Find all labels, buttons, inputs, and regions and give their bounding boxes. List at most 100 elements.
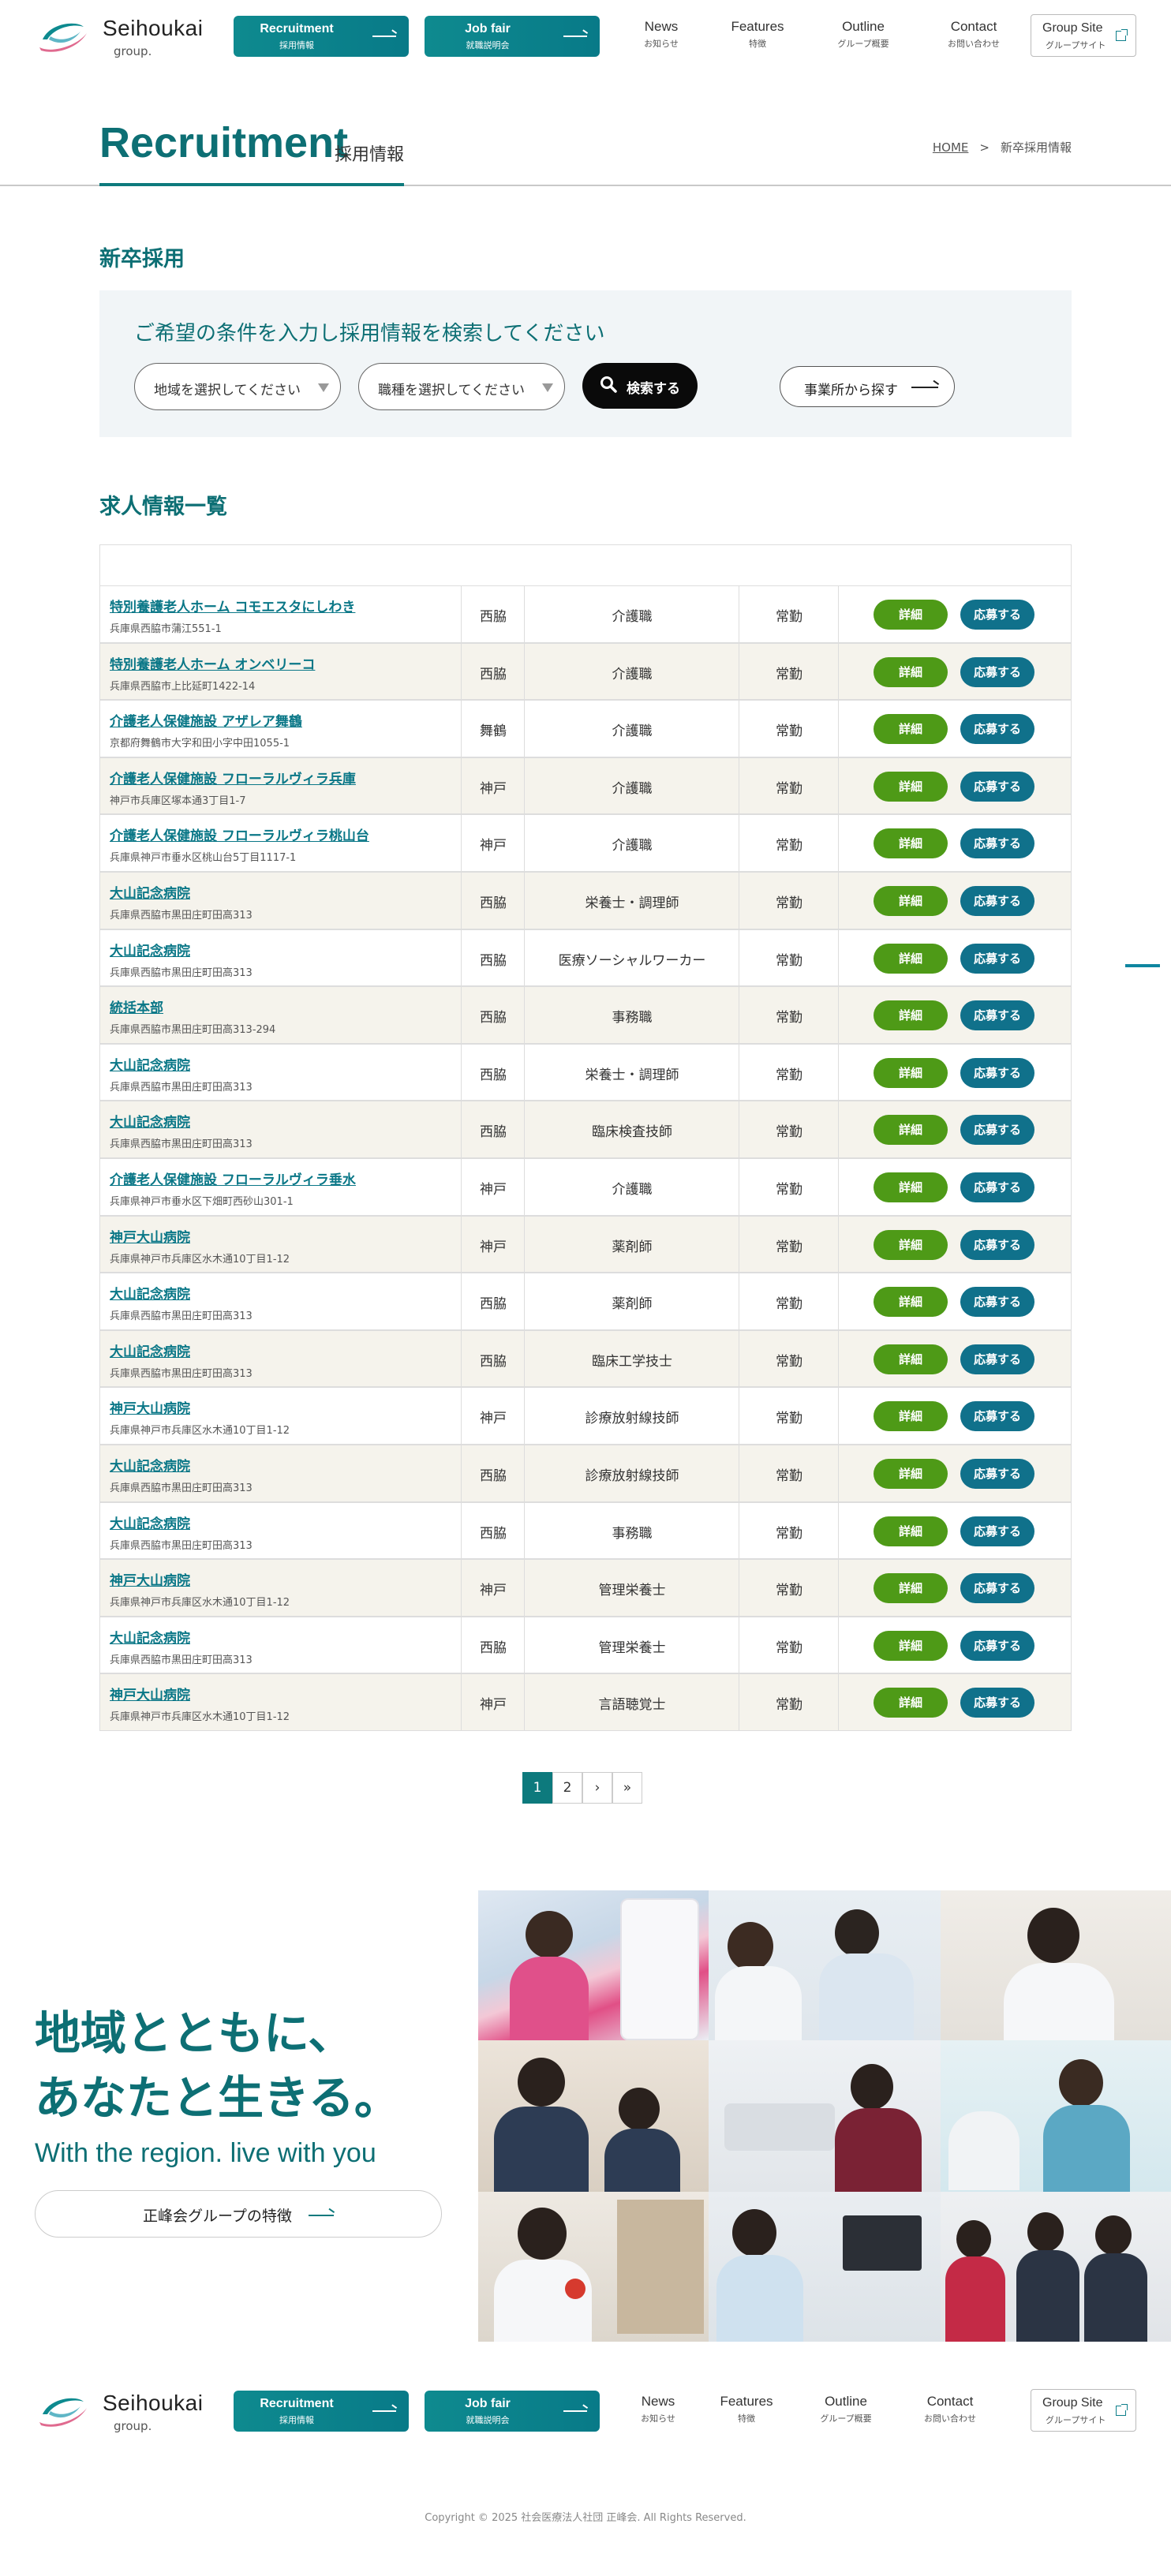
- detail-button[interactable]: 詳細: [874, 943, 948, 974]
- facility-link[interactable]: 神戸大山病院: [110, 1401, 190, 1417]
- search-button[interactable]: 検索する: [582, 363, 698, 409]
- footer-nav-contact[interactable]: Contact お問い合わせ: [903, 2394, 997, 2425]
- detail-button[interactable]: 詳細: [874, 1229, 948, 1260]
- nav-contact[interactable]: Contact お問い合わせ: [926, 19, 1021, 50]
- detail-button[interactable]: 詳細: [874, 1057, 948, 1088]
- facility-link[interactable]: 大山記念病院: [110, 944, 190, 959]
- search-by-office-button[interactable]: 事業所から探す: [780, 366, 955, 407]
- footer-nav-outline[interactable]: Outline グループ概要: [799, 2394, 893, 2425]
- facility-link[interactable]: 大山記念病院: [110, 1459, 190, 1475]
- apply-button[interactable]: 応募する: [960, 1115, 1034, 1146]
- apply-button[interactable]: 応募する: [960, 1229, 1034, 1260]
- footer-recruitment-button[interactable]: Recruitment 採用情報: [234, 2391, 409, 2432]
- nav-news[interactable]: News お知らせ: [614, 19, 709, 50]
- apply-button[interactable]: 応募する: [960, 656, 1034, 687]
- detail-button[interactable]: 詳細: [874, 1630, 948, 1661]
- facility-link[interactable]: 大山記念病院: [110, 1516, 190, 1532]
- column-divider: [838, 1674, 839, 1730]
- recruitment-sub: 採用情報: [279, 2415, 314, 2425]
- last-page-icon[interactable]: »: [612, 1772, 642, 1804]
- apply-button[interactable]: 応募する: [960, 1344, 1034, 1374]
- facility-address: 兵庫県神戸市兵庫区水木通10丁目1-12: [110, 1711, 290, 1724]
- facility-link[interactable]: 大山記念病院: [110, 1115, 190, 1131]
- apply-button[interactable]: 応募する: [960, 828, 1034, 859]
- apply-button[interactable]: 応募する: [960, 943, 1034, 974]
- detail-button[interactable]: 詳細: [874, 885, 948, 916]
- detail-button[interactable]: 詳細: [874, 1688, 948, 1718]
- apply-button[interactable]: 応募する: [960, 1172, 1034, 1202]
- page-1-button[interactable]: 1: [522, 1772, 552, 1804]
- side-scroll-indicator[interactable]: [1125, 964, 1160, 967]
- apply-button[interactable]: 応募する: [960, 1000, 1034, 1031]
- detail-button[interactable]: 詳細: [874, 1516, 948, 1546]
- group-site-button[interactable]: Group Site グループサイト: [1031, 14, 1136, 57]
- next-page-icon[interactable]: ›: [582, 1772, 612, 1804]
- facility-link[interactable]: 統括本部: [110, 1000, 163, 1016]
- recruitment-button[interactable]: Recruitment 採用情報: [234, 16, 409, 57]
- apply-button[interactable]: 応募する: [960, 1057, 1034, 1088]
- column-divider: [838, 1158, 839, 1215]
- facility-link[interactable]: 特別養護老人ホーム コモエスタにしわき: [110, 600, 355, 615]
- facility-link[interactable]: 大山記念病院: [110, 1631, 190, 1647]
- detail-button[interactable]: 詳細: [874, 1172, 948, 1202]
- facility-link[interactable]: 神戸大山病院: [110, 1688, 190, 1703]
- job-fair-button[interactable]: Job fair 就職説明会: [425, 16, 600, 57]
- apply-button[interactable]: 応募する: [960, 1630, 1034, 1661]
- detail-button[interactable]: 詳細: [874, 1458, 948, 1489]
- footer-nav-news[interactable]: News お知らせ: [611, 2394, 705, 2425]
- facility-link[interactable]: 大山記念病院: [110, 1058, 190, 1074]
- features-button[interactable]: 正峰会グループの特徴: [35, 2190, 442, 2238]
- breadcrumb-home[interactable]: HOME: [933, 140, 969, 155]
- detail-button[interactable]: 詳細: [874, 656, 948, 687]
- detail-button[interactable]: 詳細: [874, 771, 948, 802]
- facility-link[interactable]: 特別養護老人ホーム オンベリーコ: [110, 657, 315, 673]
- detail-button[interactable]: 詳細: [874, 828, 948, 859]
- facility-address: 兵庫県西脇市黒田庄町田高313: [110, 1367, 253, 1380]
- detail-button[interactable]: 詳細: [874, 714, 948, 745]
- facility-link[interactable]: 神戸大山病院: [110, 1573, 190, 1589]
- job-select[interactable]: 職種を選択してください: [358, 363, 565, 410]
- job-cell: 介護職: [612, 780, 653, 797]
- facility-link[interactable]: 大山記念病院: [110, 886, 190, 902]
- apply-button[interactable]: 応募する: [960, 771, 1034, 802]
- column-divider: [838, 815, 839, 871]
- detail-button[interactable]: 詳細: [874, 600, 948, 630]
- job-cell: 栄養士・調理師: [585, 1067, 679, 1083]
- facility-link[interactable]: 介護老人保健施設 フローラルヴィラ垂水: [110, 1172, 356, 1188]
- footer-group-site-button[interactable]: Group Site グループサイト: [1031, 2389, 1136, 2432]
- employment-type-cell: 常勤: [776, 1239, 802, 1255]
- facility-link[interactable]: 神戸大山病院: [110, 1230, 190, 1246]
- recruitment-sub: 採用情報: [279, 40, 314, 50]
- facility-link[interactable]: 介護老人保健施設 フローラルヴィラ兵庫: [110, 772, 356, 787]
- footer-logo[interactable]: Seihoukai group.: [36, 2391, 210, 2433]
- detail-button[interactable]: 詳細: [874, 1401, 948, 1432]
- nav-features[interactable]: Features 特徴: [710, 19, 805, 50]
- apply-button[interactable]: 応募する: [960, 1573, 1034, 1604]
- apply-button[interactable]: 応募する: [960, 1688, 1034, 1718]
- nav-outline[interactable]: Outline グループ概要: [816, 19, 911, 50]
- page-2-button[interactable]: 2: [552, 1772, 582, 1804]
- facility-link[interactable]: 介護老人保健施設 アザレア舞鶴: [110, 714, 302, 730]
- detail-button[interactable]: 詳細: [874, 1344, 948, 1374]
- employment-type-cell: 常勤: [776, 1010, 802, 1026]
- apply-button[interactable]: 応募する: [960, 600, 1034, 630]
- facility-link[interactable]: 大山記念病院: [110, 1344, 190, 1360]
- detail-button[interactable]: 詳細: [874, 1000, 948, 1031]
- detail-button[interactable]: 詳細: [874, 1287, 948, 1318]
- apply-button[interactable]: 応募する: [960, 714, 1034, 745]
- footer-nav-features[interactable]: Features 特徴: [699, 2394, 794, 2425]
- apply-button[interactable]: 応募する: [960, 1287, 1034, 1318]
- apply-button[interactable]: 応募する: [960, 885, 1034, 916]
- detail-button[interactable]: 詳細: [874, 1115, 948, 1146]
- facility-link[interactable]: 介護老人保健施設 フローラルヴィラ桃山台: [110, 828, 369, 844]
- facility-link[interactable]: 大山記念病院: [110, 1287, 190, 1303]
- footer-job-fair-button[interactable]: Job fair 就職説明会: [425, 2391, 600, 2432]
- area-select[interactable]: 地域を選択してください: [134, 363, 341, 410]
- logo[interactable]: Seihoukai group.: [36, 16, 210, 58]
- apply-button[interactable]: 応募する: [960, 1458, 1034, 1489]
- apply-button[interactable]: 応募する: [960, 1401, 1034, 1432]
- photo-staff-5: [709, 2040, 941, 2192]
- apply-button[interactable]: 応募する: [960, 1516, 1034, 1546]
- detail-button[interactable]: 詳細: [874, 1573, 948, 1604]
- job-cell: 医療ソーシャルワーカー: [558, 952, 706, 969]
